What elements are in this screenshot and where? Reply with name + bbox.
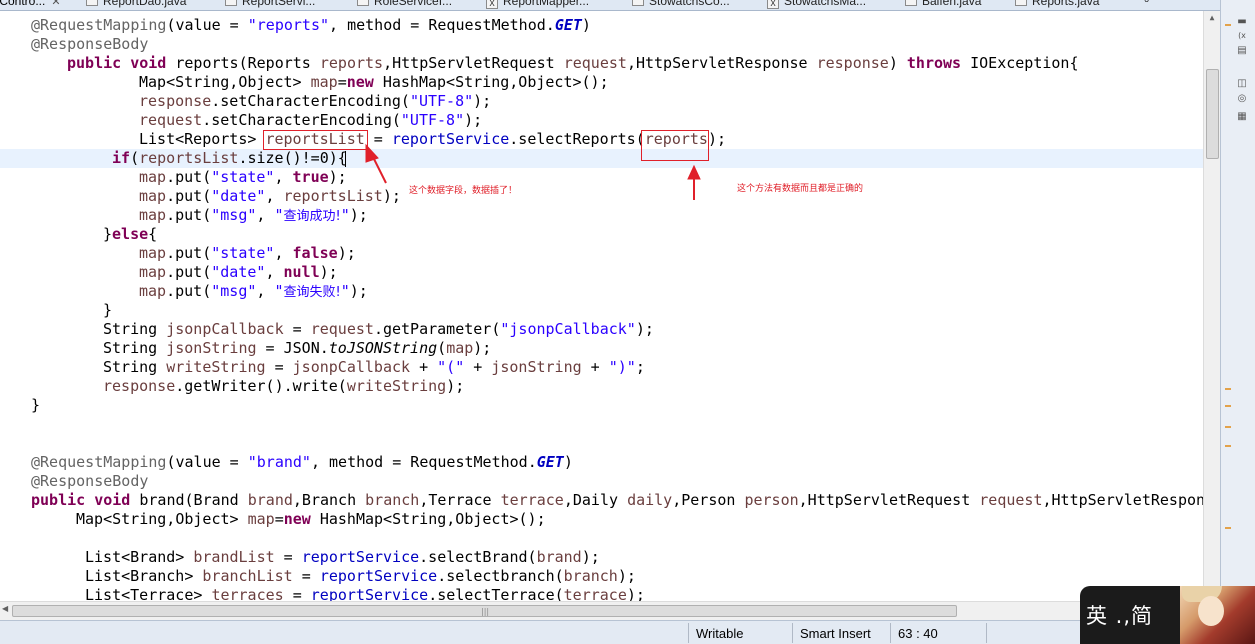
code-line: List<Terrace> terraces = reportService.s… (85, 586, 645, 601)
tab-roleservice[interactable]: RoleServiceI... (357, 0, 453, 10)
annotation-note-left: 这个数据字段，数据插了！ (409, 186, 518, 196)
tab-report-controller[interactable]: tContro... ✕ (0, 0, 61, 10)
status-divider (688, 623, 689, 643)
code-line: response.getWriter().write(writeString); (103, 377, 465, 395)
annotation-note-right: 这个方法有数据而且都是正确的 (737, 184, 864, 194)
tab-reportmapper[interactable]: X ReportMapper... (486, 0, 590, 10)
tab-reportservice[interactable]: ReportServi... (225, 0, 316, 10)
overview-marker[interactable] (1225, 405, 1231, 407)
status-bar: Writable Smart Insert 63 : 40 (0, 620, 1255, 644)
tab-label: Reports.java (1032, 0, 1100, 8)
code-line: public void reports(Reports reports,Http… (67, 54, 1079, 72)
highlight-box-reports-arg (641, 130, 709, 161)
overview-marker[interactable] (1225, 24, 1231, 26)
code-line: public void brand(Brand brand,Branch bra… (31, 491, 1203, 509)
close-icon[interactable]: ✕ (51, 0, 60, 8)
restore-icon[interactable]: ◫ (1234, 77, 1250, 91)
scroll-up-icon[interactable]: ▲ (1204, 11, 1220, 25)
search-view-icon[interactable]: ◎ (1234, 92, 1250, 106)
highlight-box-reportslist (263, 130, 368, 150)
code-line: map.put("state", false); (139, 244, 356, 262)
code-line: } (103, 301, 113, 319)
code-line: @ResponseBody (31, 35, 149, 53)
status-cursor-position: 63 : 40 (898, 626, 938, 641)
code-line: map.put("date", reportsList); (139, 187, 401, 205)
code-line: @RequestMapping(value = "brand", method … (31, 453, 573, 471)
right-side-panel: ▬ (x ▤ ◫ ◎ ▦ (1220, 0, 1255, 620)
xml-file-icon: X (486, 0, 498, 9)
code-editor[interactable]: @RequestMapping(value = "reports", metho… (0, 11, 1203, 601)
text-cursor (345, 151, 346, 167)
java-file-icon (905, 0, 917, 6)
grip-icon: ||| (481, 607, 490, 616)
tab-label: Baifen.java (922, 0, 982, 8)
code-line: List<Branch> branchList = reportService.… (85, 567, 636, 585)
code-line: String jsonString = JSON.toJSONString(ma… (103, 339, 492, 357)
java-file-icon (1015, 0, 1027, 6)
ime-mode-label[interactable]: 英 .,简 (1086, 600, 1153, 630)
tab-label: ReportMapper... (503, 0, 590, 8)
java-file-icon (86, 0, 98, 6)
overview-marker[interactable] (1225, 527, 1231, 529)
editor-tab-bar: tContro... ✕ ReportDao.java ReportServi..… (0, 0, 1255, 11)
java-file-icon (225, 0, 237, 6)
code-line: String writeString = jsonpCallback + "("… (103, 358, 645, 376)
ime-skin-image (1180, 586, 1255, 644)
code-line: } (31, 396, 41, 414)
tab-label: RoleServiceI... (374, 0, 453, 8)
code-line: @ResponseBody (31, 472, 149, 490)
console-view-icon[interactable]: ▦ (1234, 110, 1250, 124)
code-line: List<Brand> brandList = reportService.se… (85, 548, 600, 566)
xml-file-icon: X (767, 0, 779, 9)
horizontal-scrollbar[interactable]: ◀ ||| (0, 601, 1220, 620)
code-line: map.put("date", null); (139, 263, 338, 281)
code-line: request.setCharacterEncoding("UTF-8"); (139, 111, 483, 129)
overview-marker[interactable] (1225, 426, 1231, 428)
horizontal-scroll-thumb[interactable]: ||| (12, 605, 957, 617)
tab-reports[interactable]: Reports.java (1015, 0, 1100, 10)
java-file-icon (632, 0, 644, 6)
code-line: String jsonpCallback = request.getParame… (103, 320, 654, 338)
scroll-left-icon[interactable]: ◀ (2, 604, 8, 613)
tab-label: StowatchsMa... (784, 0, 867, 8)
code-line: map.put("state", true); (139, 168, 347, 186)
code-line: Map<String,Object> map=new HashMap<Strin… (76, 510, 546, 528)
tab-overflow-count[interactable]: 6 (1144, 0, 1149, 10)
java-file-icon (357, 0, 369, 6)
code-line: Map<String,Object> map=new HashMap<Strin… (139, 73, 609, 91)
code-line: @RequestMapping(value = "reports", metho… (31, 16, 591, 34)
vertical-scroll-thumb[interactable] (1206, 69, 1219, 159)
status-writable: Writable (696, 626, 744, 641)
tab-label: StowatchsCo... (649, 0, 730, 8)
tab-label: tContro... (0, 0, 46, 8)
status-divider (792, 623, 793, 643)
overview-marker[interactable] (1225, 388, 1231, 390)
ime-toolbar[interactable]: 英 .,简 (1080, 586, 1255, 644)
tab-label: ReportServi... (242, 0, 316, 8)
status-divider (890, 623, 891, 643)
vertical-scrollbar[interactable]: ▲ (1203, 11, 1220, 601)
code-line-current: if(reportsList.size()!=0){ (0, 149, 1203, 168)
tab-stowatchs-mapper[interactable]: X StowatchsMa... (767, 0, 867, 10)
overview-marker[interactable] (1225, 445, 1231, 447)
tab-label: ReportDao.java (103, 0, 187, 8)
tab-reportdao[interactable]: ReportDao.java (86, 0, 187, 10)
status-divider (986, 623, 987, 643)
outline-view-icon[interactable]: ▤ (1234, 44, 1250, 58)
code-line: map.put("msg", "查询成功!"); (139, 206, 368, 224)
tab-baifen[interactable]: Baifen.java (905, 0, 982, 10)
tab-stowatchs-controller[interactable]: StowatchsCo... (632, 0, 730, 10)
status-insert-mode: Smart Insert (800, 626, 871, 641)
minimize-icon[interactable]: ▬ (1234, 15, 1250, 29)
code-line: List<Reports> reportsList = reportServic… (139, 130, 727, 148)
variables-view-icon[interactable]: (x (1234, 29, 1250, 43)
code-line: }else{ (103, 225, 158, 243)
code-line: map.put("msg", "查询失败!"); (139, 282, 368, 300)
code-line: response.setCharacterEncoding("UTF-8"); (139, 92, 492, 110)
